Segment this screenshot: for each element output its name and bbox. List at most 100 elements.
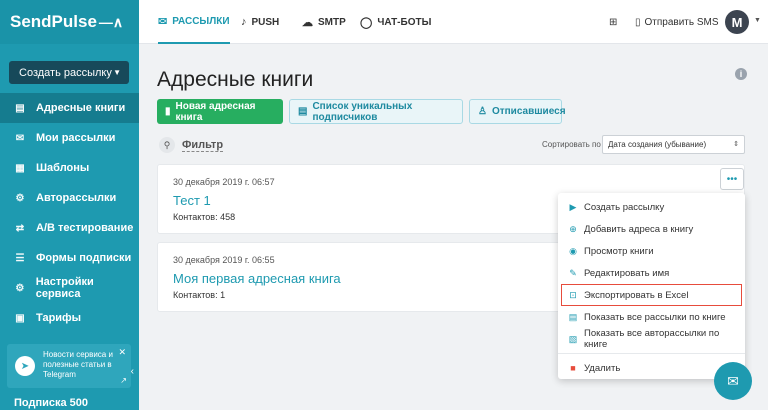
menu-item-show-campaigns[interactable]: ▤ Показать все рассылки по книге <box>558 306 745 328</box>
telegram-promo[interactable]: ➤ Новости сервиса и полезные статьи в Te… <box>7 344 134 388</box>
sidebar-item-settings[interactable]: ⚙ Настройки сервиса <box>0 273 139 303</box>
sidebar-nav: ▤ Адресные книги ✉ Мои рассылки ▦ Шаблон… <box>0 93 139 333</box>
sidebar-item-label: Настройки сервиса <box>35 276 94 300</box>
sidebar-item-forms[interactable]: ☰ Формы подписки <box>0 243 139 273</box>
filter-toggle[interactable]: Фильтр <box>182 139 224 152</box>
list-icon: ▤ <box>298 106 308 117</box>
forms-icon: ☰ <box>15 252 25 264</box>
book-date: 30 декабря 2019 г. 06:57 <box>173 177 275 187</box>
pulse-icon: —∧ <box>98 13 124 30</box>
menu-item-create-campaign[interactable]: ▶ Создать рассылку <box>558 196 745 218</box>
select-arrows-icon: ⇕ <box>733 141 739 148</box>
menu-item-label: Удалить <box>584 362 621 374</box>
sidebar-item-label: Мои рассылки <box>36 132 116 144</box>
create-campaign-button[interactable]: Создать рассылку ▼ <box>9 61 129 84</box>
menu-item-label: Показать все рассылки по книге <box>584 311 726 323</box>
menu-item-label: Редактировать имя <box>584 267 670 279</box>
auto-list-icon: ▧ <box>568 333 578 344</box>
templates-icon: ▦ <box>15 162 25 174</box>
info-icon[interactable]: i <box>735 68 747 80</box>
unique-subscribers-button[interactable]: ▤ Список уникальных подписчиков <box>289 99 463 124</box>
sidebar-item-automation[interactable]: ⚙ Авторассылки <box>0 183 139 213</box>
book-date: 30 декабря 2019 г. 06:55 <box>173 255 275 265</box>
sidebar-item-pricing[interactable]: ▣ Тарифы <box>0 303 139 333</box>
logo-text: SendPulse <box>10 12 97 31</box>
menu-item-label: Показать все авторассылки по книге <box>583 328 720 350</box>
mailings-icon: ✉ <box>15 132 25 144</box>
sidebar: SendPulse —∧ Создать рассылку ▼ ▤ Адресн… <box>0 0 139 410</box>
tab-label: PUSH <box>251 16 280 28</box>
send-sms-label: Отправить SMS <box>644 16 719 28</box>
play-icon: ▶ <box>569 201 577 212</box>
book-icon: ▮ <box>165 106 171 117</box>
book-actions-menu: ▶ Создать рассылку ⊕ Добавить адреса в к… <box>558 193 745 379</box>
sidebar-item-label: Авторассылки <box>36 192 117 204</box>
search-icon[interactable]: ⚲ <box>159 137 175 153</box>
new-address-book-label: Новая адресная книга <box>175 100 256 123</box>
menu-item-label: Добавить адреса в книгу <box>584 223 694 235</box>
new-address-book-button[interactable]: ▮ Новая адресная книга <box>157 99 283 124</box>
menu-item-view-book[interactable]: ◉ Просмотр книги <box>558 240 745 262</box>
sidebar-item-label: Тарифы <box>36 312 82 324</box>
chat-icon: ✉ <box>727 372 739 389</box>
tab-label: SMTP <box>318 16 346 28</box>
bell-icon: ♪ <box>241 16 247 28</box>
menu-item-label: Просмотр книги <box>584 245 654 257</box>
tab-label: РАССЫЛКИ <box>172 15 230 27</box>
export-icon: ⊡ <box>569 289 577 300</box>
chevron-down-icon[interactable]: ▼ <box>113 68 121 77</box>
avatar[interactable]: M <box>725 10 749 34</box>
chat-widget-button[interactable]: ✉ <box>714 362 752 400</box>
book-name-link[interactable]: Тест 1 <box>173 193 211 208</box>
sidebar-item-templates[interactable]: ▦ Шаблоны <box>0 153 139 183</box>
chevron-down-icon[interactable]: ▼ <box>754 17 761 24</box>
telegram-icon: ➤ <box>15 356 35 376</box>
tab-campaigns[interactable]: ✉ РАССЫЛКИ <box>158 0 230 44</box>
tab-push[interactable]: ♪ PUSH <box>241 0 279 44</box>
user-icon: ♙ <box>478 106 487 117</box>
collapse-sidebar-icon[interactable]: ‹ <box>131 366 134 377</box>
unique-subscribers-label: Список уникальных подписчиков <box>312 100 413 123</box>
apps-grid-icon[interactable]: ⊞ <box>609 0 617 44</box>
more-actions-button[interactable]: ••• <box>720 168 744 190</box>
page-title: Адресные книги <box>157 68 314 91</box>
tab-smtp[interactable]: ☁ SMTP <box>302 0 346 44</box>
unsubscribed-button[interactable]: ♙ Отписавшиеся <box>469 99 566 124</box>
sidebar-item-address-books[interactable]: ▤ Адресные книги <box>0 93 139 123</box>
send-sms-link[interactable]: ▯ Отправить SMS <box>635 0 719 44</box>
logo[interactable]: SendPulse —∧ <box>0 0 139 44</box>
menu-divider <box>558 353 745 354</box>
sidebar-item-ab-testing[interactable]: ⇄ A/B тестирование <box>0 213 139 243</box>
phone-icon: ▯ <box>635 16 641 28</box>
sidebar-item-label: Адресные книги <box>36 102 126 114</box>
pencil-icon: ✎ <box>569 267 577 278</box>
address-book-icon: ▤ <box>15 102 25 114</box>
menu-item-show-automations[interactable]: ▧ Показать все авторассылки по книге <box>558 328 745 350</box>
book-name-link[interactable]: Моя первая адресная книга <box>173 271 341 286</box>
book-contacts: Контактов: 458 <box>173 212 236 222</box>
close-icon[interactable]: ✕ <box>118 347 126 358</box>
sidebar-item-label: A/B тестирование <box>36 222 134 234</box>
automation-icon: ⚙ <box>15 192 25 204</box>
sort-value: Дата создания (убывание) <box>608 140 707 149</box>
settings-icon: ⚙ <box>15 282 25 294</box>
sidebar-item-label: Шаблоны <box>36 162 90 174</box>
sidebar-item-label: Формы подписки <box>36 252 132 264</box>
cloud-icon: ☁ <box>302 16 313 29</box>
external-link-icon[interactable]: ↗ <box>120 376 127 385</box>
sort-select[interactable]: Дата создания (убывание) ⇕ <box>602 135 745 154</box>
eye-icon: ◉ <box>569 245 577 256</box>
book-contacts: Контактов: 1 <box>173 290 226 300</box>
sidebar-item-my-campaigns[interactable]: ✉ Мои рассылки <box>0 123 139 153</box>
menu-item-label: Экспортировать в Excel <box>584 289 689 301</box>
trash-icon: ■ <box>570 363 576 373</box>
menu-item-label: Создать рассылку <box>584 201 665 213</box>
telegram-promo-text: Новости сервиса и полезные статьи в Tele… <box>43 350 113 379</box>
menu-item-export-excel[interactable]: ⊡ Экспортировать в Excel <box>561 284 742 306</box>
top-bar: ✉ РАССЫЛКИ ♪ PUSH ☁ SMTP ◯ ЧАТ-БОТЫ ⊞ ▯ … <box>139 0 768 44</box>
tab-chatbots[interactable]: ◯ ЧАТ-БОТЫ <box>360 0 431 44</box>
unsubscribed-label: Отписавшиеся <box>491 106 566 117</box>
tab-label: ЧАТ-БОТЫ <box>377 16 432 28</box>
menu-item-edit-name[interactable]: ✎ Редактировать имя <box>558 262 745 284</box>
menu-item-add-addresses[interactable]: ⊕ Добавить адреса в книгу <box>558 218 745 240</box>
